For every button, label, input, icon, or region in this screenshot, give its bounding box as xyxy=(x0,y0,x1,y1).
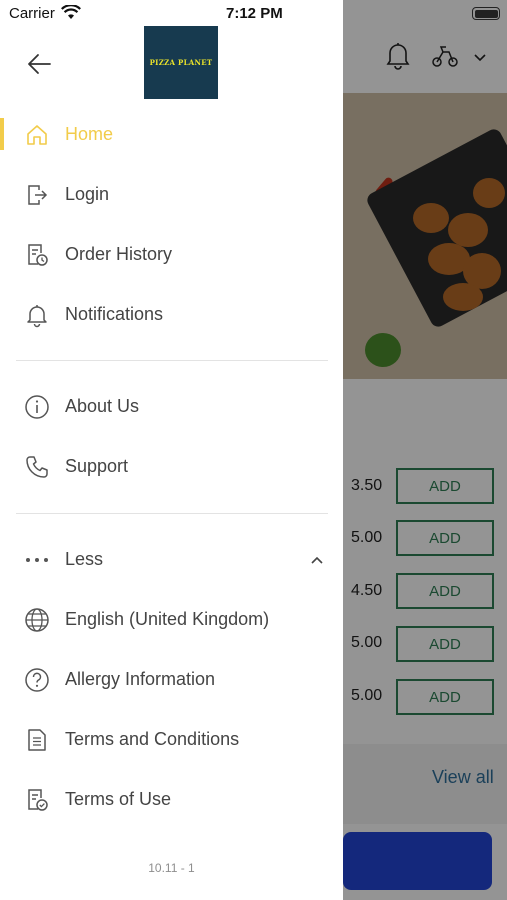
app-version: 10.11 - 1 xyxy=(148,861,195,875)
menu-item-label: Less xyxy=(65,549,104,569)
menu-item-label: Login xyxy=(65,184,110,204)
wifi-icon xyxy=(61,5,81,20)
globe-icon xyxy=(24,607,50,633)
logo-text: PIZZA PLANET xyxy=(149,58,213,67)
bell-icon xyxy=(24,302,50,328)
menu-item-label: Support xyxy=(65,456,129,476)
navigation-drawer: PIZZA PLANET Home Login Order History No… xyxy=(0,0,343,900)
battery-icon xyxy=(472,7,500,20)
back-arrow-icon[interactable] xyxy=(26,52,52,76)
menu-item-label: Notifications xyxy=(65,304,164,324)
divider xyxy=(16,360,328,361)
menu-item-home[interactable]: Home xyxy=(0,110,343,160)
chevron-up-icon xyxy=(310,553,324,567)
document-icon xyxy=(24,727,50,753)
menu-item-label: Terms of Use xyxy=(65,789,172,809)
menu-item-label: Order History xyxy=(65,244,173,264)
question-icon xyxy=(24,667,50,693)
restaurant-logo: PIZZA PLANET xyxy=(144,26,218,99)
home-icon xyxy=(24,122,50,148)
menu-item-less-toggle[interactable]: Less xyxy=(0,535,343,585)
status-bar: Carrier 7:12 PM xyxy=(0,0,507,28)
menu-item-terms-and-conditions[interactable]: Terms and Conditions xyxy=(0,715,343,765)
menu-item-terms-of-use[interactable]: Terms of Use xyxy=(0,775,343,825)
menu-item-label: Home xyxy=(65,124,114,144)
menu-item-allergy-information[interactable]: Allergy Information xyxy=(0,655,343,705)
menu-item-login[interactable]: Login xyxy=(0,170,343,220)
menu-item-support[interactable]: Support xyxy=(0,442,343,492)
carrier-label: Carrier xyxy=(9,5,55,22)
phone-icon xyxy=(24,454,50,480)
menu-item-label: About Us xyxy=(65,396,140,416)
divider xyxy=(16,513,328,514)
more-dots-icon xyxy=(24,547,50,573)
menu-item-language[interactable]: English (United Kingdom) xyxy=(0,595,343,645)
menu-item-label: Terms and Conditions xyxy=(65,729,240,749)
order-history-icon xyxy=(24,242,50,268)
menu-item-label: Allergy Information xyxy=(65,669,216,689)
login-icon xyxy=(24,182,50,208)
drawer-backdrop[interactable] xyxy=(343,0,507,900)
clock: 7:12 PM xyxy=(226,5,283,22)
menu-item-notifications[interactable]: Notifications xyxy=(0,290,343,340)
menu-item-about-us[interactable]: About Us xyxy=(0,382,343,432)
info-icon xyxy=(24,394,50,420)
document-check-icon xyxy=(24,787,50,813)
menu-item-label: English (United Kingdom) xyxy=(65,609,270,629)
menu-item-order-history[interactable]: Order History xyxy=(0,230,343,280)
